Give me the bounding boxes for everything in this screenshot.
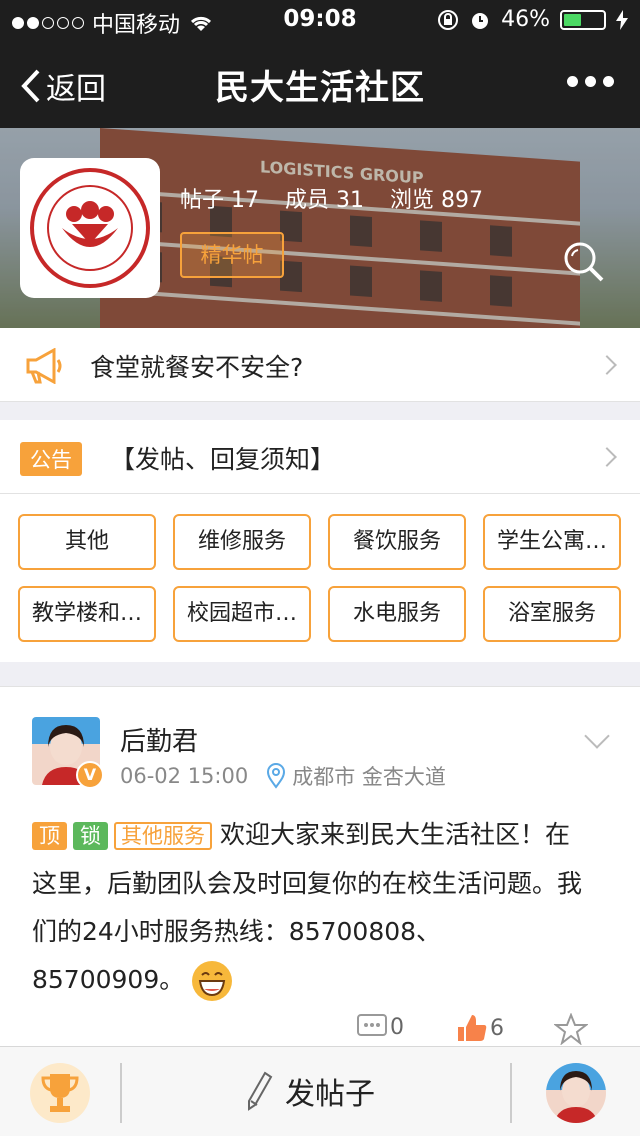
bottom-toolbar: 发帖子 (0, 1046, 640, 1136)
notice-row[interactable]: 公告 【发帖、回复须知】 (0, 420, 640, 494)
star-icon (554, 1013, 588, 1045)
ranking-button[interactable] (30, 1063, 90, 1123)
post-meta: 06-02 15:00 成都市 金杏大道 (120, 761, 446, 791)
hot-question-text: 食堂就餐安不安全? (90, 353, 304, 382)
toolbar-divider (120, 1063, 122, 1123)
status-bar: 中国移动 09:08 46% (0, 0, 640, 40)
navigation-bar: 返回 民大生活社区 (0, 40, 640, 128)
search-button[interactable] (562, 240, 606, 288)
category-grid: 其他 维修服务 餐饮服务 学生公寓… 教学楼和… 校园超市… 水电服务 浴室服务 (0, 494, 640, 662)
more-menu-button[interactable] (567, 76, 614, 87)
notice-text: 【发帖、回复须知】 (110, 445, 336, 474)
post-card[interactable]: V 后勤君 06-02 15:00 成都市 金杏大道 顶锁其他服务 欢迎大家来到民… (0, 686, 640, 1046)
essence-posts-button[interactable]: 精华帖 (180, 232, 284, 278)
battery-percent: 46% (501, 7, 550, 32)
thumbs-up-icon (458, 1015, 487, 1041)
views-count: 浏览 897 (390, 188, 483, 213)
charging-icon (616, 9, 628, 30)
post-category-tag[interactable]: 其他服务 (114, 822, 212, 850)
community-logo (20, 158, 160, 298)
members-count: 成员 31 (285, 188, 364, 213)
comment-icon (357, 1014, 387, 1036)
notice-tag: 公告 (20, 442, 82, 476)
location-pin-icon (267, 763, 286, 789)
favorite-button[interactable] (554, 1013, 588, 1045)
more-dot (585, 76, 596, 87)
post-date: 06-02 15:00 (120, 764, 249, 788)
rotation-lock-icon (438, 9, 459, 30)
battery-icon (560, 9, 606, 30)
like-button[interactable]: 6 (456, 1013, 504, 1043)
post-author[interactable]: 后勤君 (120, 721, 198, 758)
toolbar-divider (510, 1063, 512, 1123)
alarm-icon (472, 12, 489, 29)
megaphone-icon (26, 348, 62, 384)
chevron-right-icon (597, 355, 617, 375)
more-dot (567, 76, 578, 87)
comment-button[interactable]: 0 (356, 1013, 404, 1041)
trophy-icon (41, 1074, 79, 1112)
grinning-emoji-icon (192, 961, 233, 1001)
location-text: 成都市 金杏大道 (292, 765, 446, 789)
page-title: 民大生活社区 (215, 68, 425, 108)
comment-count: 0 (390, 1014, 404, 1040)
post-content: 顶锁其他服务 欢迎大家来到民大生活社区！在这里，后勤团队会及时回复你的在校生活问题… (32, 811, 592, 1004)
new-post-label: 发帖子 (285, 1077, 375, 1112)
category-button[interactable]: 校园超市… (173, 586, 311, 642)
profile-portrait-icon (554, 1071, 598, 1123)
post-actions: 0 6 (0, 1013, 640, 1047)
category-button[interactable]: 维修服务 (173, 514, 311, 570)
locked-tag: 锁 (73, 822, 108, 850)
hot-question-row[interactable]: 食堂就餐安不安全? (0, 328, 640, 402)
community-banner: LOGISTICS GROUP 帖子 17 成员 31 浏览 897 精华帖 (0, 128, 640, 328)
logistics-logo-icon (30, 168, 150, 288)
pencil-icon (248, 1071, 273, 1111)
category-button[interactable]: 浴室服务 (483, 586, 621, 642)
category-button[interactable]: 其他 (18, 514, 156, 570)
search-icon (564, 242, 604, 282)
category-button[interactable]: 教学楼和… (18, 586, 156, 642)
post-location: 成都市 金杏大道 (266, 761, 446, 791)
category-button[interactable]: 学生公寓… (483, 514, 621, 570)
post-options-chevron-icon[interactable] (584, 723, 610, 749)
new-post-button[interactable]: 发帖子 (245, 1069, 375, 1113)
pinned-tag: 顶 (32, 822, 67, 850)
chevron-right-icon (597, 447, 617, 467)
posts-count: 帖子 17 (180, 188, 259, 213)
category-button[interactable]: 餐饮服务 (328, 514, 466, 570)
category-button[interactable]: 水电服务 (328, 586, 466, 642)
verified-badge-icon: V (76, 761, 104, 789)
top-bar: 中国移动 09:08 46% 返回 民大生活社区 (0, 0, 640, 128)
community-stats: 帖子 17 成员 31 浏览 897 (180, 182, 483, 214)
my-profile-avatar[interactable] (546, 1063, 606, 1123)
more-dot (603, 76, 614, 87)
like-count: 6 (490, 1015, 504, 1041)
